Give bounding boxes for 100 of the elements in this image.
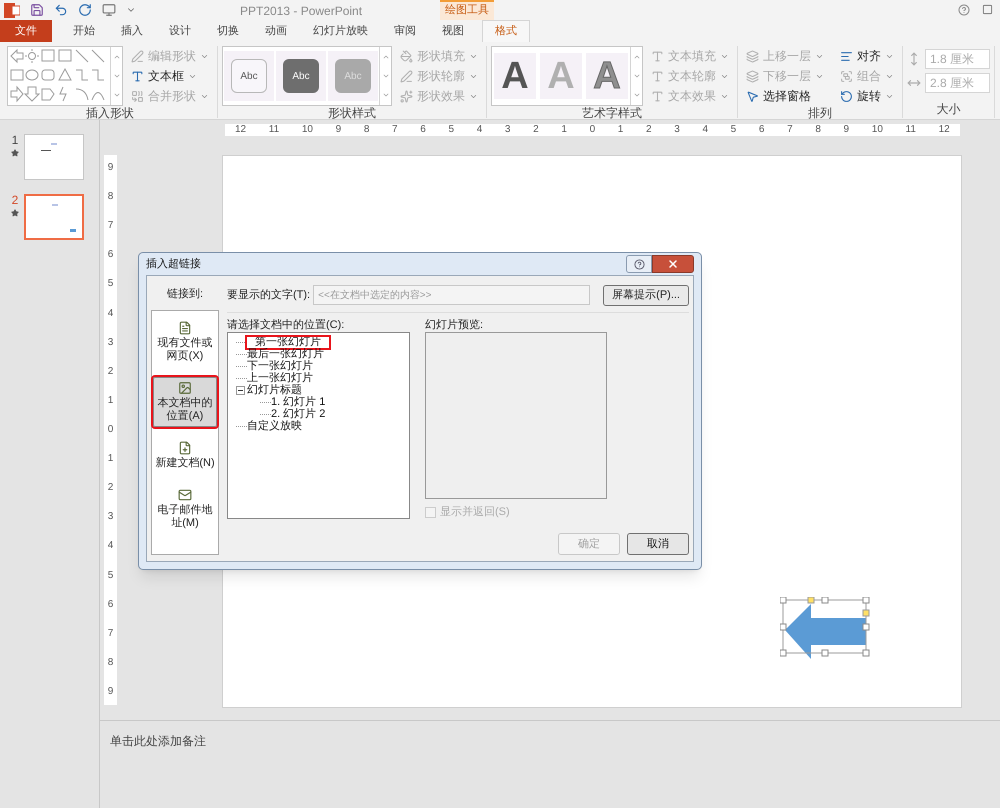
- ruler-number: 1: [618, 125, 624, 135]
- ruler-number: 4: [476, 125, 482, 135]
- ruler-number: 1: [108, 454, 114, 464]
- command-icon: [840, 90, 853, 102]
- help-icon[interactable]: [958, 4, 970, 16]
- location-label: 请选择文档中的位置(C):: [227, 318, 346, 332]
- context-tab-label: 绘图工具: [440, 0, 494, 20]
- shape-style-tile[interactable]: Abc: [231, 59, 267, 93]
- ribbon-tab[interactable]: 设计: [156, 20, 204, 42]
- ruler-number: 8: [108, 192, 114, 202]
- ruler-number: 3: [108, 338, 114, 348]
- monitor-icon[interactable]: [102, 3, 116, 17]
- group-label: 排列: [807, 106, 833, 122]
- ribbon-tab[interactable]: 审阅: [381, 20, 429, 42]
- close-button[interactable]: [652, 255, 694, 273]
- command-icon: [840, 70, 853, 82]
- ribbon-tab[interactable]: 格式: [482, 20, 530, 42]
- ruler-number: 5: [730, 125, 736, 135]
- ruler-number: 8: [364, 125, 370, 135]
- ruler-number: 4: [108, 541, 114, 552]
- ruler-number: 0: [590, 125, 596, 135]
- app-icon: [4, 2, 20, 18]
- ruler-number: 12: [235, 125, 246, 135]
- command-icon: [651, 50, 664, 62]
- ribbon-command[interactable]: 对齐: [836, 46, 898, 66]
- command-icon: [651, 90, 664, 102]
- ruler-number: 3: [108, 512, 114, 522]
- slide-thumbnail[interactable]: [24, 194, 84, 240]
- ribbon-tab[interactable]: 幻灯片放映: [300, 20, 381, 42]
- notes-placeholder[interactable]: 单击此处添加备注: [110, 734, 206, 748]
- ruler-number: 1: [108, 396, 114, 406]
- screentip-button[interactable]: 屏幕提示(P)...: [603, 284, 689, 306]
- save-icon[interactable]: [30, 3, 44, 17]
- ribbon-tab[interactable]: 切换: [204, 20, 252, 42]
- ruler-number: 5: [108, 570, 114, 581]
- link-target-icon: [178, 381, 192, 395]
- ruler-number: 2: [108, 366, 114, 377]
- shape-style-tile[interactable]: Abc: [283, 59, 319, 93]
- tree-item[interactable]: 2. 幻灯片 2: [271, 408, 326, 420]
- ruler-number: 2: [646, 125, 652, 135]
- ruler-number: 11: [268, 125, 280, 135]
- checkbox-label: 显示并返回(S): [440, 504, 510, 520]
- slide-thumbnail[interactable]: [24, 134, 84, 180]
- command-icon: [131, 50, 144, 62]
- ribbon-command[interactable]: 旋转: [836, 86, 898, 106]
- help-button[interactable]: [626, 255, 652, 273]
- command-icon: [131, 70, 144, 82]
- help-icon: [634, 258, 644, 270]
- ribbon-tab[interactable]: 文件: [0, 20, 52, 42]
- command-icon: [746, 50, 759, 62]
- ruler-number: 8: [815, 125, 821, 135]
- ribbon-command[interactable]: 选择窗格: [742, 86, 828, 106]
- tree-item[interactable]: 1. 幻灯片 1: [271, 396, 326, 408]
- window-title: PPT2013 - PowerPoint: [240, 3, 362, 20]
- ribbon-tab[interactable]: 插入: [108, 20, 156, 42]
- command-icon: [840, 50, 853, 62]
- link-target-icon: [178, 488, 192, 502]
- ribbon-command[interactable]: 文本框: [127, 66, 213, 86]
- preview-label: 幻灯片预览:: [425, 318, 484, 332]
- ribbon-tab[interactable]: 视图: [429, 20, 477, 42]
- command-icon: [400, 90, 413, 102]
- tree-item[interactable]: 上一张幻灯片: [247, 372, 313, 384]
- ruler-number: 6: [108, 250, 114, 260]
- command-icon: [651, 70, 664, 82]
- ruler-number: 6: [420, 125, 426, 135]
- ruler-number: 12: [938, 125, 950, 135]
- ribbon-tab[interactable]: 开始: [60, 20, 108, 42]
- tree-item[interactable]: 自定义放映: [247, 420, 302, 432]
- ruler-number: 11: [906, 125, 916, 135]
- ruler-number: 9: [844, 125, 850, 135]
- ruler-number: 8: [108, 658, 114, 668]
- link-target-button[interactable]: 现有文件或网页(X): [153, 317, 217, 367]
- link-target-button[interactable]: 本文档中的位置(A): [153, 377, 217, 427]
- collapse-icon[interactable]: [236, 386, 245, 394]
- ribbon-tab[interactable]: 动画: [252, 20, 300, 42]
- wordart-style-tile[interactable]: A: [494, 53, 536, 99]
- ruler-number: 7: [787, 125, 793, 135]
- undo-icon[interactable]: [54, 3, 68, 17]
- slide-number: 2: [12, 194, 18, 207]
- slide-number: 1: [12, 134, 18, 147]
- group-label: 大小: [936, 102, 962, 118]
- redo-icon[interactable]: [78, 3, 92, 17]
- link-target-button[interactable]: 新建文档(N): [153, 437, 217, 474]
- star-icon: [11, 149, 19, 157]
- tree-item[interactable]: 下一张幻灯片: [247, 360, 313, 372]
- dialog-title: 插入超链接: [146, 256, 201, 272]
- command-icon: [131, 90, 144, 102]
- tree-item[interactable]: 最后一张幻灯片: [247, 348, 324, 360]
- ruler-number: 3: [504, 125, 510, 135]
- dialog-button[interactable]: 取消: [627, 533, 689, 555]
- group-label: 艺术字样式: [581, 106, 643, 122]
- command-icon: [746, 90, 759, 102]
- ruler-number: 9: [336, 125, 342, 135]
- tree-item[interactable]: 幻灯片标题: [247, 384, 302, 396]
- ruler-number: 7: [392, 125, 398, 135]
- link-target-button[interactable]: 电子邮件地址(M): [153, 484, 217, 534]
- ruler-number: 2: [108, 483, 114, 494]
- display-text-label: 要显示的文字(T):: [227, 288, 310, 303]
- ruler-number: 4: [702, 125, 708, 135]
- ribbon-display-icon[interactable]: [982, 4, 993, 15]
